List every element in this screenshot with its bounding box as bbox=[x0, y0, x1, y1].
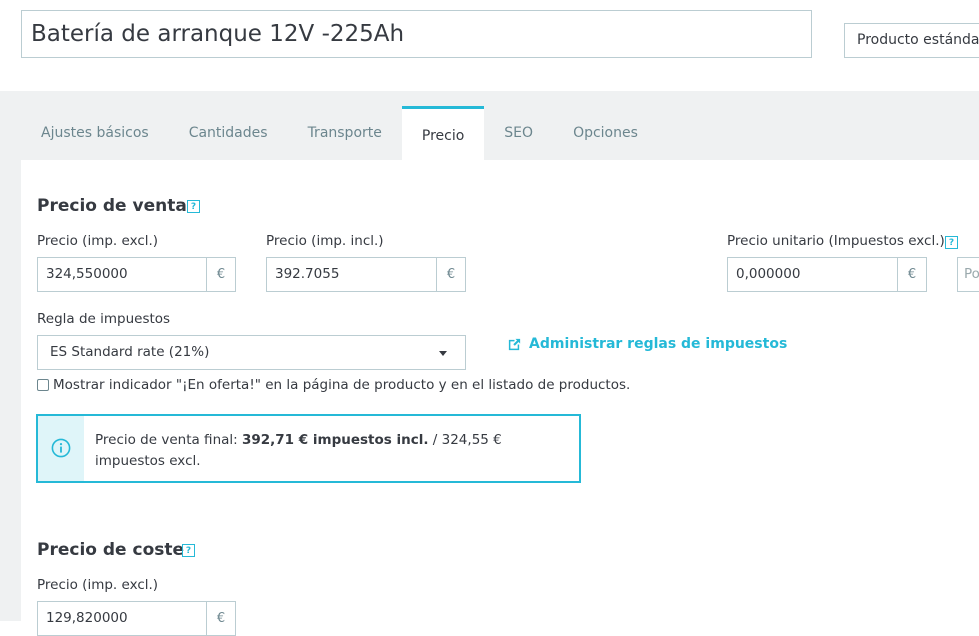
tab-pricing[interactable]: Precio bbox=[401, 106, 485, 160]
cost-price-title: Precio de coste bbox=[37, 540, 185, 560]
unit-per-input[interactable]: Po bbox=[957, 257, 979, 292]
on-sale-label: Mostrar indicador "¡En oferta!" en la pá… bbox=[53, 377, 631, 393]
final-price-incl: 392,71 € impuestos incl. bbox=[241, 432, 429, 448]
currency-addon: € bbox=[897, 257, 927, 292]
alert-side bbox=[38, 416, 84, 481]
external-link-icon bbox=[508, 338, 521, 350]
currency-addon: € bbox=[436, 257, 466, 292]
price-excl-label: Precio (imp. excl.) bbox=[37, 233, 159, 249]
unit-price-label: Precio unitario (Impuestos excl.) bbox=[727, 233, 945, 249]
price-incl-input[interactable]: 392.7055 bbox=[266, 257, 436, 292]
currency-addon: € bbox=[206, 257, 236, 292]
price-excl-input[interactable]: 324,550000 bbox=[37, 257, 206, 292]
tab-options[interactable]: Opciones bbox=[553, 106, 658, 160]
price-incl-label: Precio (imp. incl.) bbox=[266, 233, 384, 249]
product-header: Batería de arranque 12V -225Ah Producto … bbox=[0, 0, 979, 91]
pricing-panel: Precio de venta Precio (imp. excl.) 324,… bbox=[21, 160, 979, 636]
chevron-down-icon bbox=[439, 351, 447, 356]
product-type-select[interactable]: Producto estándar bbox=[844, 23, 979, 58]
price-incl-group: 392.7055 € bbox=[266, 257, 466, 292]
tab-seo[interactable]: SEO bbox=[484, 106, 553, 160]
unit-per-group: Po bbox=[957, 257, 979, 292]
cost-price-group: 129,820000 € bbox=[37, 601, 236, 636]
manage-tax-rules-link[interactable]: Administrar reglas de impuestos bbox=[507, 336, 787, 352]
cost-price-excl-label: Precio (imp. excl.) bbox=[37, 577, 159, 593]
final-price-text: Precio de venta final: 392,71 € impuesto… bbox=[84, 416, 575, 481]
sale-price-title: Precio de venta bbox=[37, 196, 187, 216]
price-excl-group: 324,550000 € bbox=[37, 257, 236, 292]
tab-shipping[interactable]: Transporte bbox=[288, 106, 402, 160]
help-icon[interactable] bbox=[945, 236, 958, 249]
final-price-alert: Precio de venta final: 392,71 € impuesto… bbox=[36, 414, 581, 483]
help-icon[interactable] bbox=[187, 200, 200, 213]
product-name-input[interactable]: Batería de arranque 12V -225Ah bbox=[21, 10, 812, 58]
info-icon bbox=[51, 438, 71, 458]
tab-basic-settings[interactable]: Ajustes básicos bbox=[21, 106, 169, 160]
on-sale-checkbox[interactable] bbox=[37, 379, 49, 391]
manage-tax-rules-label: Administrar reglas de impuestos bbox=[529, 336, 788, 352]
product-tabs: Ajustes básicos Cantidades Transporte Pr… bbox=[21, 106, 658, 160]
tax-rule-label: Regla de impuestos bbox=[37, 311, 171, 327]
cost-price-input[interactable]: 129,820000 bbox=[37, 601, 206, 636]
unit-price-input[interactable]: 0,000000 bbox=[727, 257, 897, 292]
tax-rule-value: ES Standard rate (21%) bbox=[50, 344, 210, 360]
help-icon[interactable] bbox=[182, 544, 195, 557]
final-price-prefix: Precio de venta final: bbox=[95, 432, 242, 448]
on-sale-row: Mostrar indicador "¡En oferta!" en la pá… bbox=[37, 377, 630, 393]
tab-quantities[interactable]: Cantidades bbox=[169, 106, 288, 160]
unit-price-group: 0,000000 € bbox=[727, 257, 927, 292]
currency-addon: € bbox=[206, 601, 236, 636]
tax-rule-select[interactable]: ES Standard rate (21%) bbox=[37, 335, 466, 370]
